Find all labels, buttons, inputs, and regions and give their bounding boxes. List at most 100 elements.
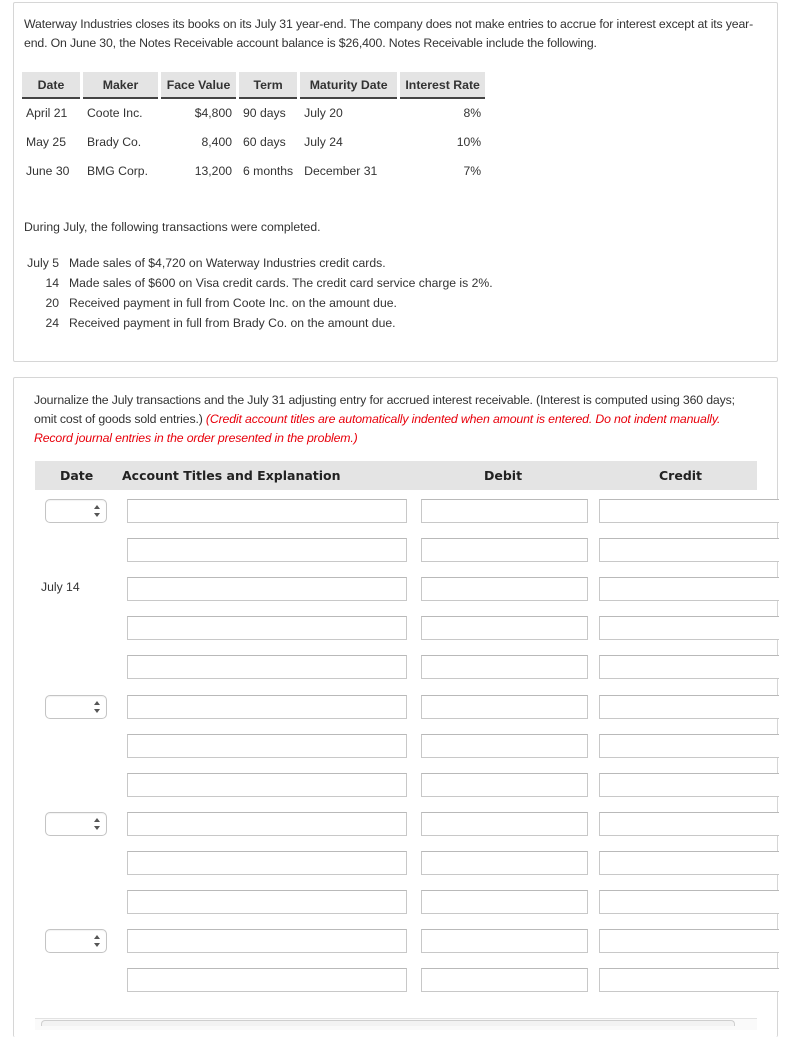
account-title-input[interactable] — [127, 616, 407, 640]
table-row: April 21 Coote Inc. $4,800 90 days July … — [22, 98, 485, 127]
transaction-date: 20 — [45, 296, 59, 310]
transaction-text: Made sales of $4,720 on Waterway Industr… — [69, 256, 386, 270]
date-select[interactable] — [45, 812, 107, 836]
note-maturity-date: December 31 — [304, 163, 378, 178]
account-title-input[interactable] — [127, 968, 407, 992]
date-select[interactable] — [45, 695, 107, 719]
column-header: Maturity Date — [300, 72, 398, 99]
debit-input[interactable] — [421, 773, 588, 797]
journal-header: Date Account Titles and Explanation Debi… — [35, 461, 757, 490]
note-maturity-date: July 24 — [304, 134, 343, 149]
column-header: Maker — [83, 72, 158, 99]
journal-row — [14, 812, 779, 838]
column-header: Face Value — [161, 72, 236, 99]
debit-input[interactable] — [421, 968, 588, 992]
note-date: June 30 — [26, 163, 70, 178]
debit-input[interactable] — [421, 812, 588, 836]
account-title-input[interactable] — [127, 655, 407, 679]
transaction-item: July 5 Made sales of $4,720 on Waterway … — [24, 256, 493, 276]
debit-input[interactable] — [421, 538, 588, 562]
account-title-input[interactable] — [127, 773, 407, 797]
table-header-row: Date Maker Face Value Term Maturity Date… — [22, 72, 486, 99]
credit-input[interactable] — [599, 499, 779, 523]
debit-input[interactable] — [421, 890, 588, 914]
transaction-item: 24 Received payment in full from Brady C… — [24, 316, 493, 336]
journal-row: July 14 — [14, 577, 779, 603]
debit-input[interactable] — [421, 929, 588, 953]
select-arrows-icon — [93, 700, 101, 714]
journal-row — [14, 695, 779, 721]
header-date: Date — [60, 468, 94, 483]
problem-panel: Waterway Industries closes its books on … — [13, 2, 778, 362]
note-interest-rate: 8% — [463, 106, 482, 120]
debit-input[interactable] — [421, 734, 588, 758]
note-maturity-date: July 20 — [304, 106, 343, 120]
debit-input[interactable] — [421, 655, 588, 679]
problem-intro: Waterway Industries closes its books on … — [24, 17, 754, 50]
account-title-input[interactable] — [127, 890, 407, 914]
journal-row — [14, 538, 779, 564]
credit-input[interactable] — [599, 695, 779, 719]
note-date: April 21 — [26, 106, 68, 120]
debit-input[interactable] — [421, 695, 588, 719]
table-row: May 25 Brady Co. 8,400 60 days July 24 1… — [22, 127, 485, 156]
table-row: June 30 BMG Corp. 13,200 6 months Decemb… — [22, 156, 485, 185]
note-maker: Coote Inc. — [87, 106, 143, 120]
question-panel: Journalize the July transactions and the… — [13, 377, 779, 1037]
journal-row — [14, 890, 779, 916]
journal-row — [14, 499, 779, 525]
select-arrows-icon — [93, 934, 101, 948]
note-interest-rate: 10% — [456, 134, 482, 149]
transaction-date: July 5 — [27, 256, 59, 270]
transaction-date: 24 — [45, 316, 59, 330]
journal-row — [14, 851, 779, 877]
credit-input[interactable] — [599, 655, 779, 679]
credit-input[interactable] — [599, 812, 779, 836]
credit-input[interactable] — [599, 538, 779, 562]
account-title-input[interactable] — [127, 695, 407, 719]
journal-row — [14, 655, 779, 681]
notes-receivable-table: Date Maker Face Value Term Maturity Date… — [22, 72, 486, 185]
credit-input[interactable] — [599, 851, 779, 875]
debit-input[interactable] — [421, 577, 588, 601]
credit-input[interactable] — [599, 890, 779, 914]
column-header: Date — [22, 72, 80, 99]
account-title-input[interactable] — [127, 577, 407, 601]
credit-input[interactable] — [599, 734, 779, 758]
note-face-value: $4,800 — [194, 106, 232, 120]
account-title-input[interactable] — [127, 734, 407, 758]
bottom-toolbar — [35, 1018, 757, 1030]
date-label: July 14 — [41, 580, 80, 594]
column-header: Interest Rate — [400, 72, 486, 99]
account-title-input[interactable] — [127, 851, 407, 875]
account-title-input[interactable] — [127, 499, 407, 523]
header-debit: Debit — [484, 468, 523, 483]
transaction-item: 20 Received payment in full from Coote I… — [24, 296, 493, 316]
debit-input[interactable] — [421, 499, 588, 523]
select-arrows-icon — [93, 817, 101, 831]
debit-input[interactable] — [421, 616, 588, 640]
transaction-text: Made sales of $600 on Visa credit cards.… — [69, 276, 493, 290]
journal-row — [14, 929, 779, 955]
debit-input[interactable] — [421, 851, 588, 875]
transaction-text: Received payment in full from Coote Inc.… — [69, 296, 397, 310]
account-title-input[interactable] — [127, 812, 407, 836]
credit-input[interactable] — [599, 616, 779, 640]
date-select[interactable] — [45, 499, 107, 523]
account-title-input[interactable] — [127, 929, 407, 953]
note-maker: Brady Co. — [87, 134, 142, 149]
note-face-value: 13,200 — [194, 163, 232, 178]
note-term: 90 days — [243, 106, 286, 120]
credit-input[interactable] — [599, 773, 779, 797]
date-select[interactable] — [45, 929, 107, 953]
credit-input[interactable] — [599, 929, 779, 953]
credit-input[interactable] — [599, 968, 779, 992]
column-header: Term — [239, 72, 298, 99]
note-term: 6 months — [243, 163, 294, 178]
note-face-value: 8,400 — [201, 134, 233, 149]
credit-input[interactable] — [599, 577, 779, 601]
account-title-input[interactable] — [127, 538, 407, 562]
note-term: 60 days — [243, 134, 286, 149]
note-interest-rate: 7% — [463, 163, 482, 178]
question-instruction: Journalize the July transactions and the… — [34, 391, 759, 448]
